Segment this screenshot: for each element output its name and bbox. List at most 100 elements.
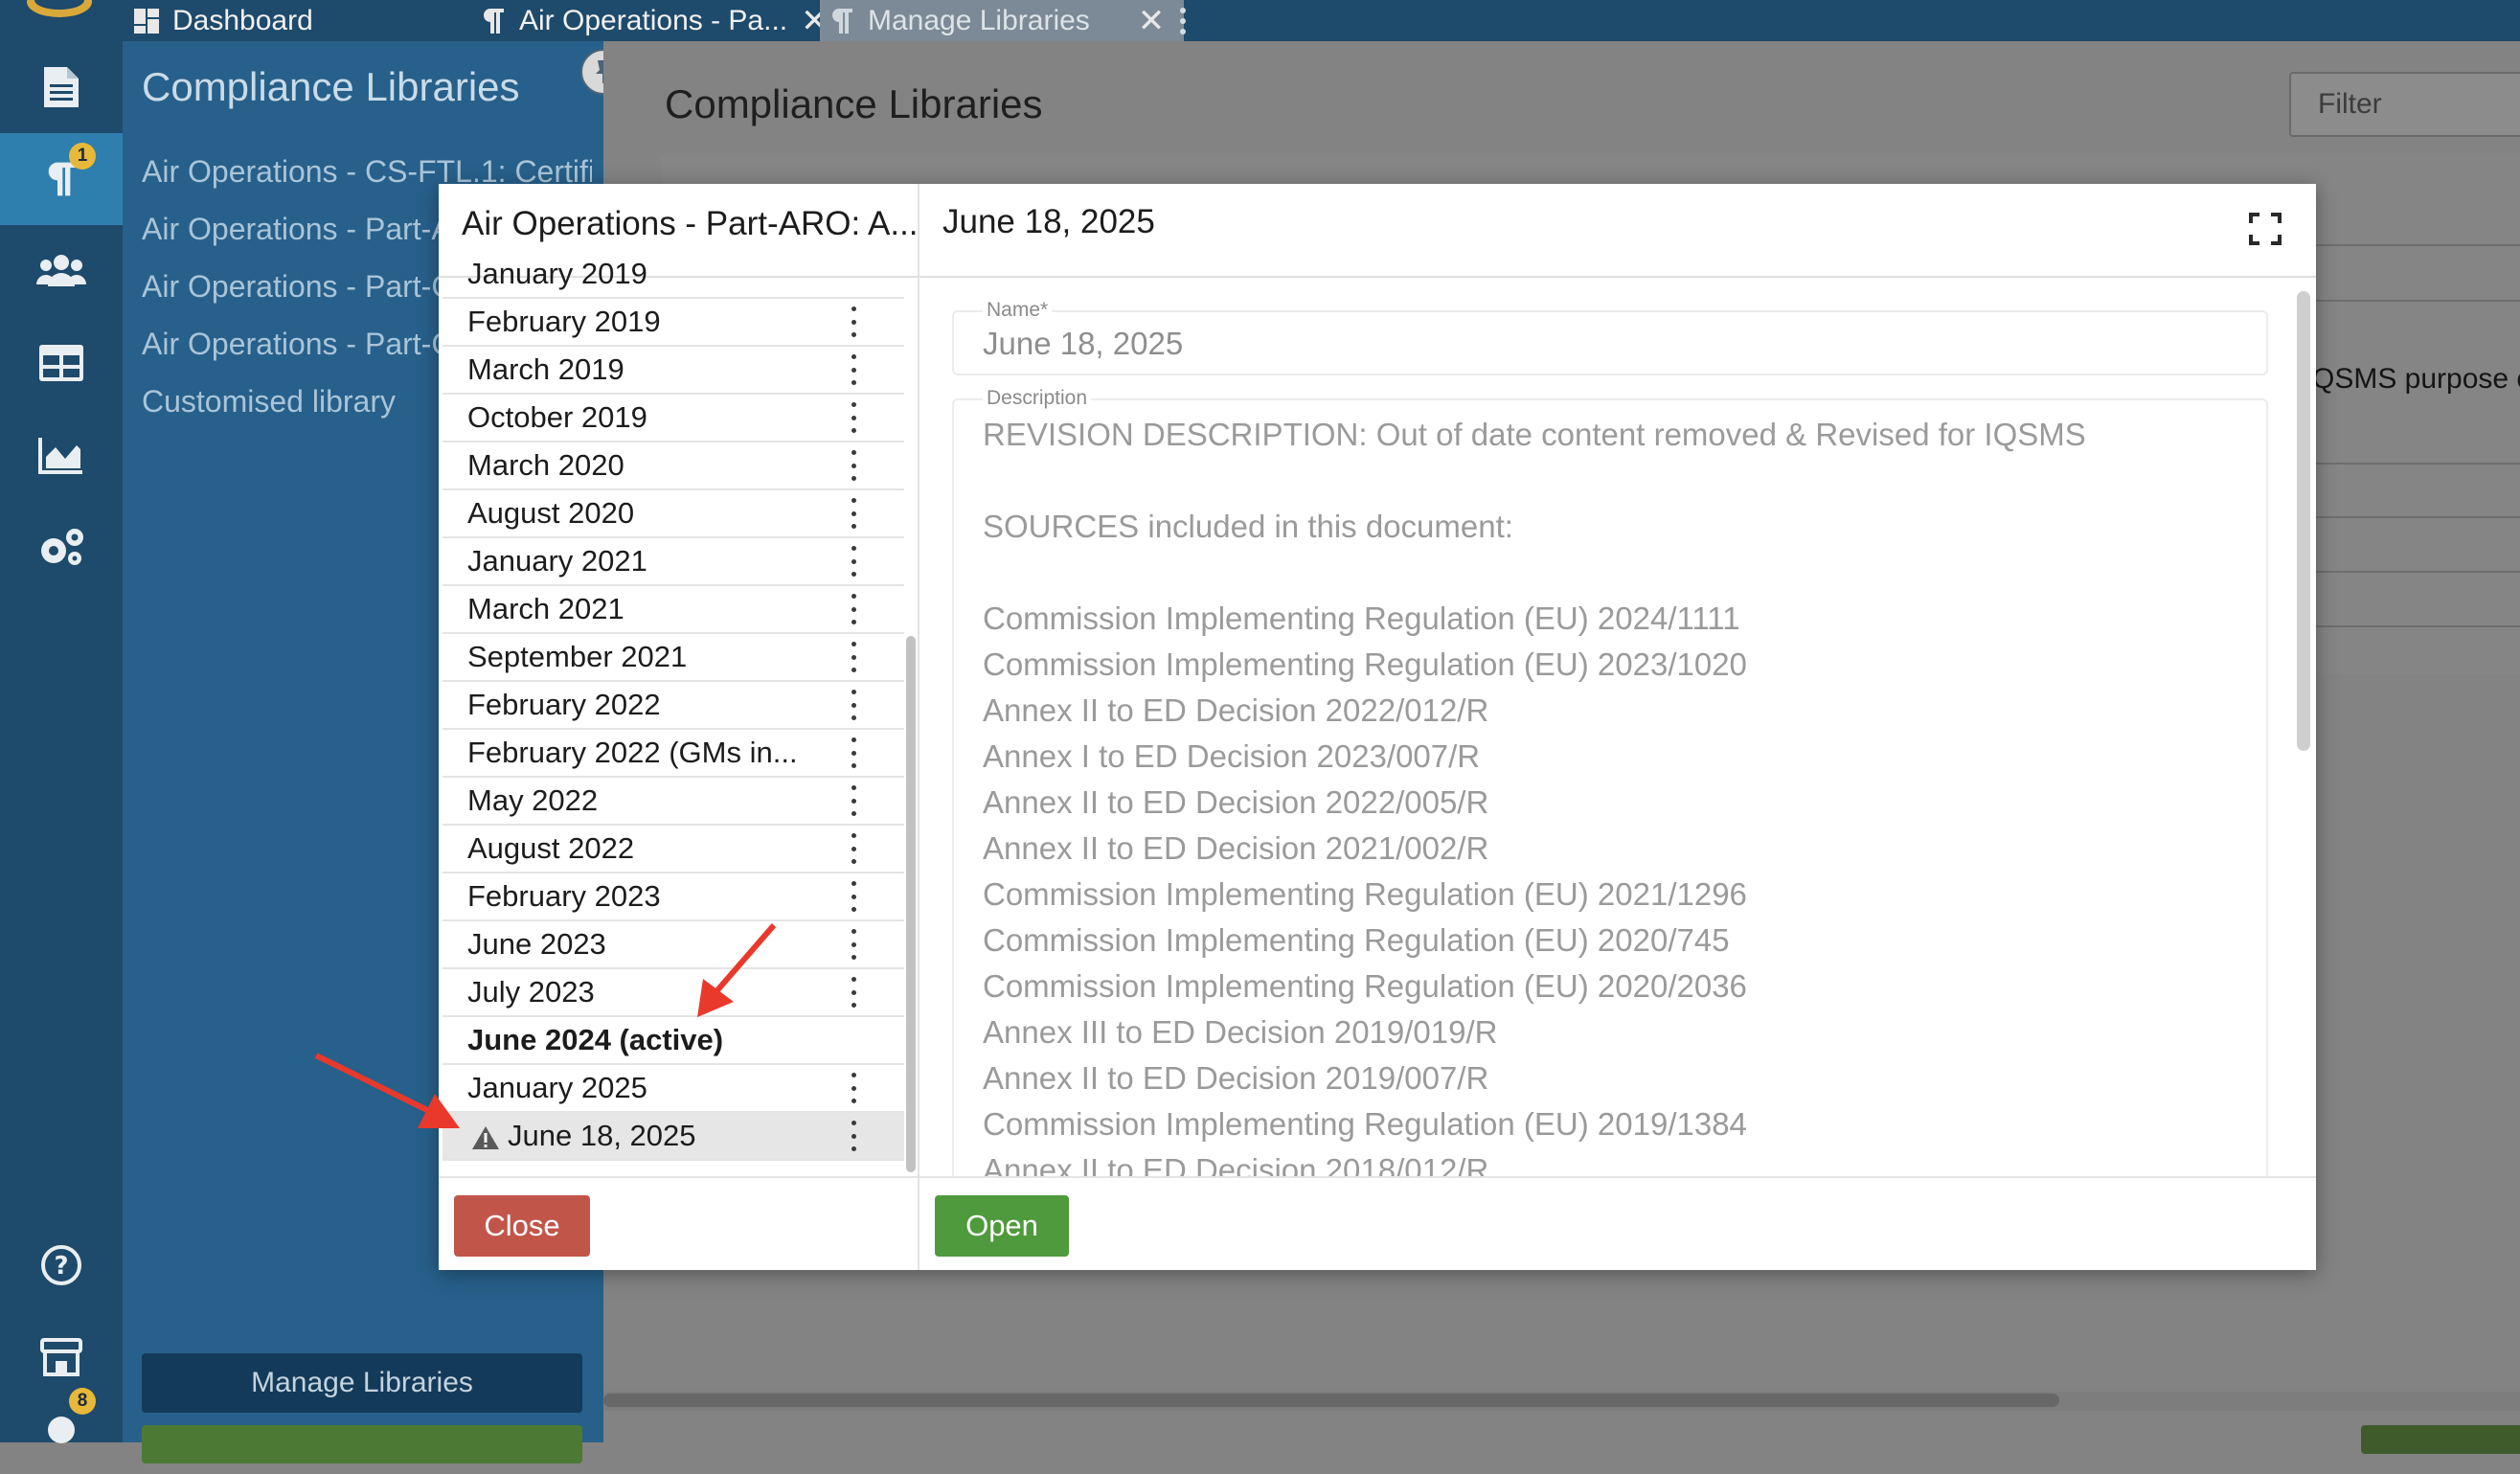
version-row[interactable]: January 2021 (443, 538, 904, 586)
version-row[interactable]: March 2020 (443, 442, 904, 490)
form-scrollbar-thumb[interactable] (2297, 291, 2310, 751)
version-label: January 2019 (467, 257, 647, 290)
version-menu-icon[interactable] (849, 881, 858, 912)
description-line: REVISION DESCRIPTION: Out of date conten… (983, 417, 2086, 452)
list-scrollbar-thumb[interactable] (906, 636, 916, 1172)
description-line: Annex I to ED Decision 2023/007/R (983, 738, 1481, 774)
tab-dashboard[interactable]: Dashboard (132, 0, 313, 41)
version-menu-icon[interactable] (849, 450, 858, 481)
version-label: March 2020 (467, 448, 624, 482)
version-row[interactable]: February 2019 (443, 299, 904, 347)
rail-help[interactable]: ? (0, 1219, 123, 1311)
version-row[interactable]: March 2019 (443, 347, 904, 395)
version-menu-icon[interactable] (849, 785, 858, 816)
divider (2308, 463, 2520, 465)
version-row[interactable]: June 2023 (443, 921, 904, 969)
description-line: Commission Implementing Regulation (EU) … (983, 1106, 1747, 1142)
area-chart-icon (38, 438, 82, 474)
more-tabs-icon[interactable] (1180, 0, 1186, 41)
version-menu-icon[interactable] (849, 929, 858, 960)
description-line: Commission Implementing Regulation (EU) … (983, 922, 1730, 958)
version-row[interactable]: March 2021 (443, 586, 904, 634)
version-label-wrap: June 18, 2025 (471, 1119, 696, 1153)
notification-badge: 1 (69, 143, 96, 170)
help-icon: ? (41, 1245, 81, 1285)
users-icon (36, 255, 86, 286)
version-label: June 18, 2025 (508, 1119, 696, 1152)
version-menu-icon[interactable] (849, 977, 858, 1008)
rail-user[interactable]: 8 (0, 1382, 123, 1474)
rail-settings[interactable] (0, 501, 123, 593)
version-row[interactable]: January 2019 (443, 251, 904, 299)
warning-icon (472, 1125, 499, 1149)
version-menu-icon[interactable] (849, 594, 858, 624)
top-tab-bar: Dashboard Air Operations - Pa... ✕ Manag… (0, 0, 2520, 41)
app-logo-icon[interactable] (21, 0, 98, 25)
rail-documents[interactable] (0, 41, 123, 133)
version-label: June 2023 (467, 927, 606, 961)
name-value: June 18, 2025 (983, 326, 1184, 361)
version-label: February 2023 (467, 879, 661, 913)
table-icon (39, 345, 83, 381)
rail-tables[interactable] (0, 317, 123, 409)
page-title: Compliance Libraries (665, 81, 1043, 126)
version-menu-icon[interactable] (849, 737, 858, 768)
scrollbar-thumb[interactable] (603, 1394, 2059, 1407)
version-label: February 2022 (467, 688, 661, 721)
version-row[interactable]: January 2025 (443, 1065, 904, 1113)
tab-manage-libraries[interactable]: Manage Libraries ✕ (820, 0, 1185, 41)
close-tab-icon[interactable]: ✕ (1138, 2, 1166, 40)
version-row[interactable]: May 2022 (443, 778, 904, 826)
version-title: June 18, 2025 (942, 203, 1155, 240)
modal-right-header: June 18, 2025 (919, 184, 2316, 278)
close-button[interactable]: Close (454, 1195, 590, 1257)
version-row[interactable]: September 2021 (443, 634, 904, 682)
open-button[interactable]: Open (935, 1195, 1069, 1257)
version-label: August 2022 (467, 831, 635, 865)
version-row[interactable]: February 2022 (443, 682, 904, 730)
background-green-button[interactable] (2361, 1425, 2520, 1454)
version-row[interactable]: October 2019 (443, 395, 904, 442)
paragraph-icon (832, 8, 852, 34)
divider (2308, 625, 2520, 627)
dashboard-icon (134, 8, 159, 34)
filter-input[interactable]: Filter (2289, 72, 2520, 137)
description-line: Annex II to ED Decision 2021/002/R (983, 830, 1489, 866)
rail-users[interactable] (0, 225, 123, 317)
version-menu-icon[interactable] (849, 690, 858, 720)
version-row[interactable]: February 2023 (443, 873, 904, 921)
version-menu-icon[interactable] (849, 833, 858, 864)
version-menu-icon[interactable] (849, 354, 858, 385)
gears-icon (41, 529, 83, 565)
version-menu-icon[interactable] (849, 546, 858, 577)
version-row[interactable]: February 2022 (GMs in... (443, 730, 904, 778)
version-row[interactable]: July 2023 (443, 969, 904, 1017)
version-row[interactable]: June 2024 (active) (443, 1017, 904, 1065)
description-line: Annex III to ED Decision 2019/019/R (983, 1014, 1498, 1050)
version-menu-icon[interactable] (849, 306, 858, 337)
version-row[interactable]: August 2022 (443, 826, 904, 873)
description-line: Commission Implementing Regulation (EU) … (983, 601, 1740, 636)
version-row[interactable]: June 18, 2025 (443, 1113, 904, 1161)
version-menu-icon[interactable] (849, 498, 858, 529)
fullscreen-icon[interactable] (2249, 213, 2282, 245)
description-line: Commission Implementing Regulation (EU) … (983, 876, 1747, 912)
tab-label: Dashboard (172, 4, 313, 36)
version-menu-icon[interactable] (849, 1073, 858, 1103)
version-menu-icon[interactable] (849, 642, 858, 672)
description-field[interactable]: Description REVISION DESCRIPTION: Out of… (952, 387, 2268, 1176)
name-field[interactable]: Name* June 18, 2025 (952, 299, 2268, 375)
rail-compliance[interactable]: 1 (0, 133, 123, 225)
version-menu-icon[interactable] (849, 1121, 858, 1151)
tab-air-operations[interactable]: Air Operations - Pa... ✕ (479, 0, 829, 41)
library-title: Air Operations - Part-ARO: A... (462, 205, 919, 242)
add-library-button[interactable] (142, 1425, 582, 1463)
version-label: March 2019 (467, 352, 624, 386)
version-row[interactable]: August 2020 (443, 490, 904, 538)
rail-analytics[interactable] (0, 409, 123, 501)
user-icon (48, 1417, 75, 1443)
document-icon (44, 67, 79, 107)
version-menu-icon[interactable] (849, 402, 858, 433)
description-line (983, 550, 2086, 596)
version-label: January 2025 (467, 1071, 647, 1104)
